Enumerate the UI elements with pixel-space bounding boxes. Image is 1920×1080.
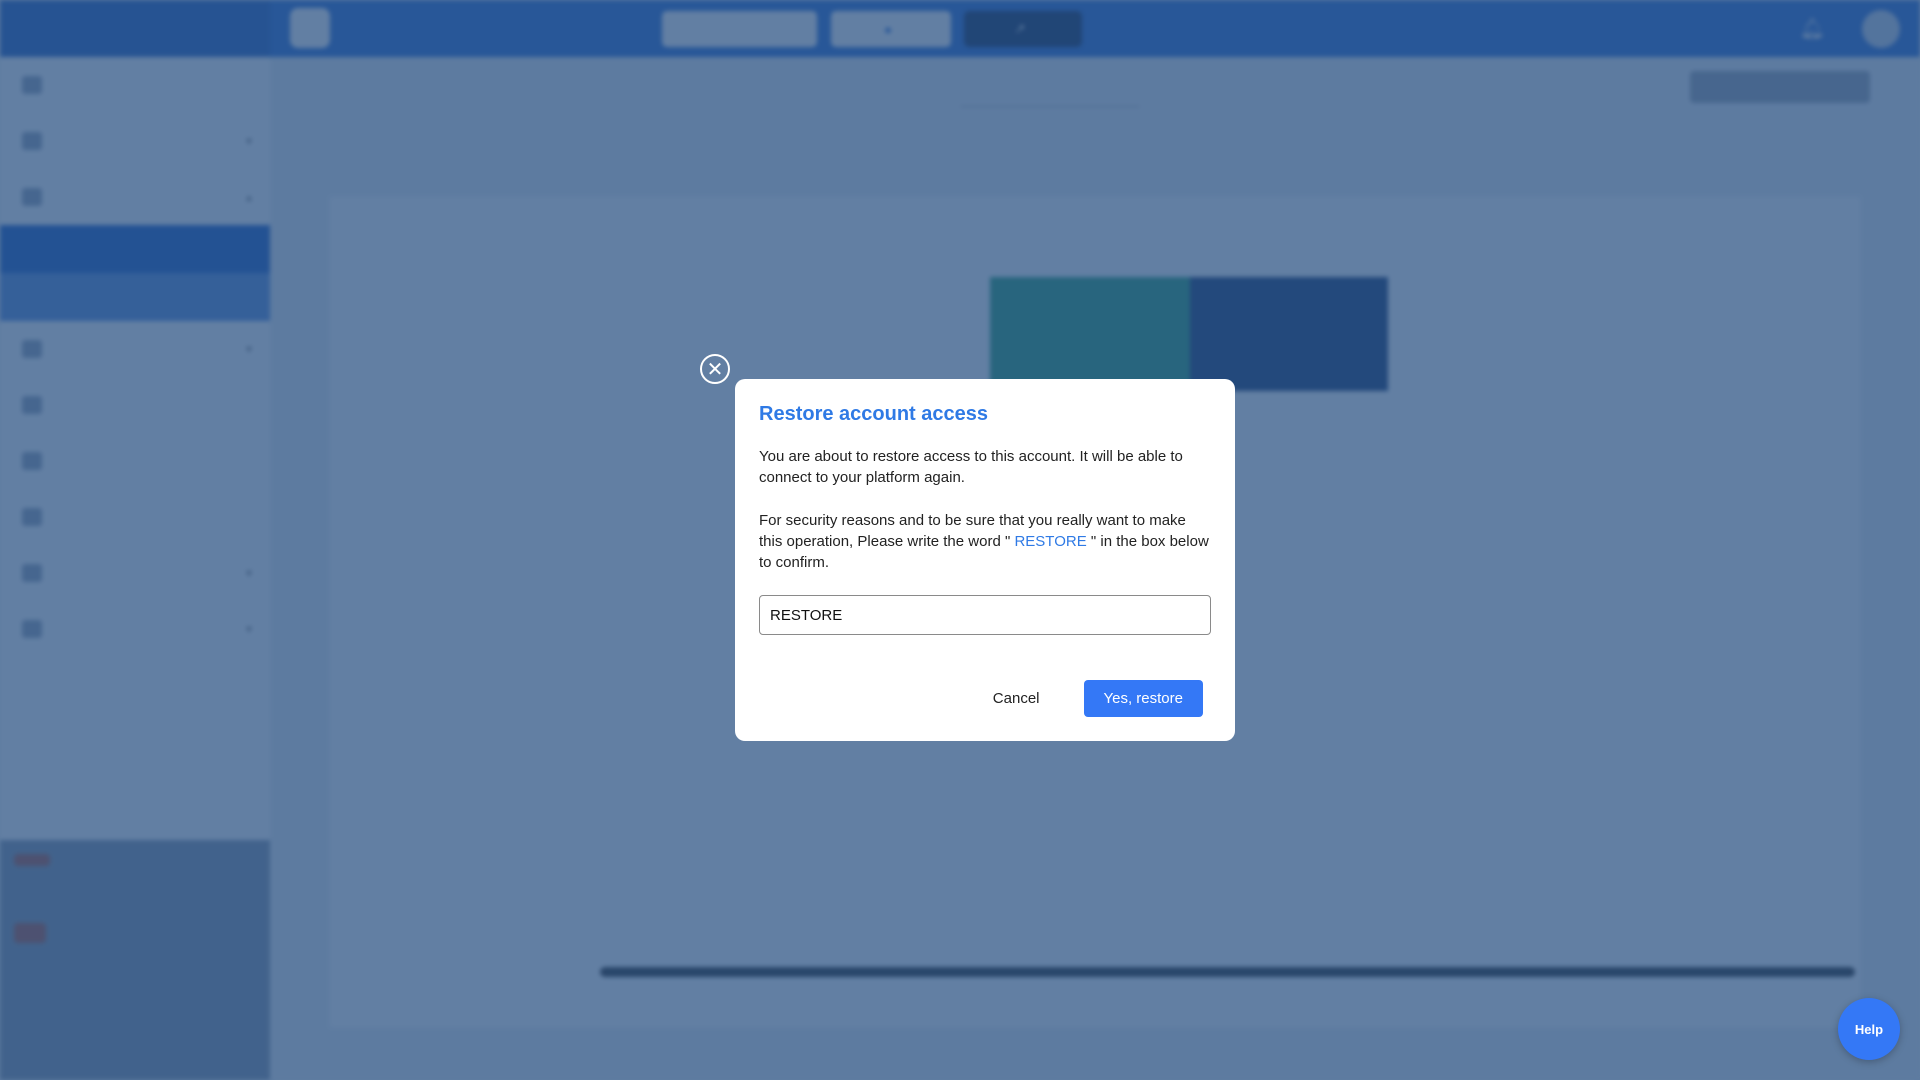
- yes-restore-button[interactable]: Yes, restore: [1083, 680, 1203, 717]
- confirm-keyword: RESTORE: [1010, 533, 1091, 550]
- close-icon[interactable]: ✕: [700, 354, 730, 384]
- dialog-instruction: For security reasons and to be sure that…: [759, 510, 1211, 573]
- dialog-title: Restore account access: [759, 403, 989, 425]
- restore-account-dialog: Restore account access You are about to …: [735, 379, 1235, 741]
- dialog-actions: Cancel Yes, restore: [969, 680, 1203, 717]
- help-button[interactable]: Help: [1838, 998, 1900, 1060]
- cancel-button[interactable]: Cancel: [969, 680, 1064, 717]
- dialog-description: You are about to restore access to this …: [759, 448, 1183, 486]
- confirm-word-input[interactable]: [759, 595, 1211, 635]
